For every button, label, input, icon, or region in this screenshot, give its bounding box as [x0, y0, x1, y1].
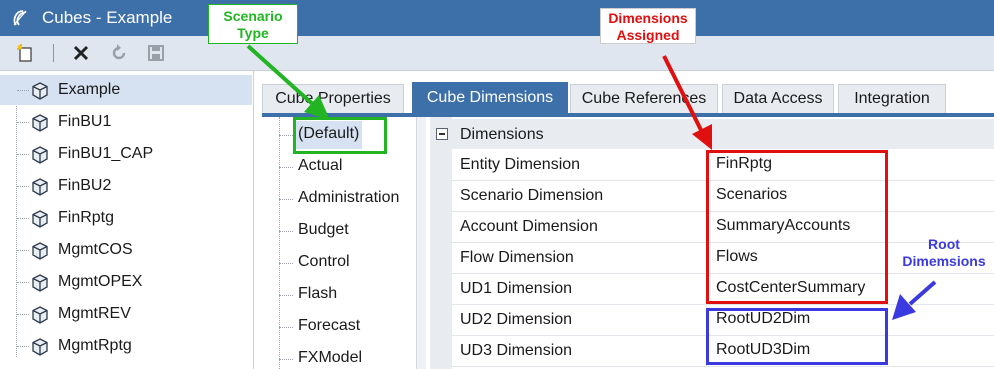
- root-dimensions-callout: Root Dimemsions: [894, 236, 994, 272]
- scenario-branch-line: [279, 231, 293, 232]
- cube-icon: [32, 306, 48, 324]
- new-item-icon[interactable]: [16, 43, 36, 63]
- tree-item[interactable]: MgmtRptg: [0, 331, 252, 361]
- cube-icon: [32, 338, 48, 356]
- grid-gutter: [430, 117, 452, 369]
- tree-item-label: FinRptg: [58, 209, 115, 226]
- tree-branch-line: [17, 122, 29, 123]
- tree-branch-line: [17, 186, 29, 187]
- tree-branch-line: [17, 282, 29, 283]
- tab-cube-references[interactable]: Cube References: [570, 84, 718, 114]
- dimensions-highlight-box: [706, 150, 888, 304]
- cube-icon: [32, 210, 48, 228]
- tree-item-label: MgmtREV: [58, 305, 131, 322]
- scenario-type-item[interactable]: Budget: [264, 215, 414, 247]
- app-logo-icon: [13, 10, 27, 26]
- tree-branch-line: [17, 218, 29, 219]
- scenario-type-label: Administration: [298, 189, 400, 206]
- scenario-list-scrollbar[interactable]: [416, 117, 426, 369]
- property-name: UD3 Dimension: [460, 342, 573, 359]
- tree-item[interactable]: FinBU1: [0, 107, 252, 137]
- property-name: Flow Dimension: [460, 249, 574, 266]
- tree-branch-line: [17, 250, 29, 251]
- tree-item[interactable]: FinRptg: [0, 203, 252, 233]
- property-name: Scenario Dimension: [460, 187, 604, 204]
- scenario-type-item[interactable]: Control: [264, 247, 414, 279]
- tree-branch-line: [17, 90, 29, 91]
- category-label: Dimensions: [460, 126, 544, 143]
- root-dimensions-highlight-box: [706, 308, 888, 365]
- scenario-branch-line: [279, 135, 293, 136]
- tree-item-label: Example: [58, 81, 121, 98]
- dimensions-assigned-callout: Dimensions Assigned: [600, 8, 696, 44]
- scenario-type-item[interactable]: Forecast: [264, 311, 414, 343]
- scenario-type-callout-text: Scenario Type: [223, 8, 283, 41]
- scenario-type-label: FXModel: [298, 349, 363, 366]
- save-icon[interactable]: [146, 43, 166, 63]
- root-dimensions-callout-text: Root Dimemsions: [902, 236, 986, 269]
- collapse-toggle-icon[interactable]: [436, 128, 448, 140]
- tree-branch-line: [17, 154, 29, 155]
- scenario-type-label: Actual: [298, 157, 343, 174]
- tree-item[interactable]: MgmtCOS: [0, 235, 252, 265]
- tab-data-access[interactable]: Data Access: [722, 84, 834, 114]
- scenario-branch-line: [279, 327, 293, 328]
- scenario-type-list: (Default) Actual Administration Budget Contr…: [264, 117, 414, 369]
- scenario-branch-line: [279, 263, 293, 264]
- tab-integration[interactable]: Integration: [838, 84, 946, 114]
- tree-item-label: MgmtCOS: [58, 241, 133, 258]
- cube-icon: [32, 82, 48, 100]
- tree-branch-line: [17, 346, 29, 347]
- cube-icon: [32, 146, 48, 164]
- tab-cube-properties[interactable]: Cube Properties: [262, 84, 404, 114]
- scenario-branch-line: [279, 295, 293, 296]
- tab-strip: Cube Properties Cube Dimensions Cube Ref…: [262, 82, 994, 114]
- tree-item[interactable]: Example: [0, 75, 252, 105]
- property-name: Entity Dimension: [460, 156, 581, 173]
- property-name: UD2 Dimension: [460, 311, 573, 328]
- tree-item[interactable]: MgmtREV: [0, 299, 252, 329]
- property-name: Account Dimension: [460, 218, 598, 235]
- cube-tree: Example FinBU1 FinBU1_CAP FinBU2 FinRptg Mgmt…: [0, 71, 254, 369]
- scenario-type-callout: Scenario Type: [208, 4, 298, 44]
- property-name: UD1 Dimension: [460, 280, 573, 297]
- tree-item-label: FinBU2: [58, 177, 112, 194]
- tree-item-label: FinBU1: [58, 113, 112, 130]
- tree-item-label: MgmtOPEX: [58, 273, 143, 290]
- scenario-branch-line: [279, 359, 293, 360]
- cube-icon: [32, 274, 48, 292]
- scenario-type-item[interactable]: Flash: [264, 279, 414, 311]
- refresh-icon[interactable]: [109, 43, 129, 63]
- tab-cube-dimensions[interactable]: Cube Dimensions: [412, 82, 568, 114]
- cube-icon: [32, 242, 48, 260]
- cube-icon: [32, 114, 48, 132]
- scenario-type-item[interactable]: Administration: [264, 183, 414, 215]
- toolbar-separator: [53, 44, 54, 62]
- category-row-dimensions: Dimensions: [430, 119, 994, 149]
- tree-item-label: FinBU1_CAP: [58, 145, 154, 162]
- scenario-highlight-box: [293, 117, 387, 154]
- scenario-type-label: Control: [298, 253, 350, 270]
- tree-branch-line: [17, 314, 29, 315]
- title-bar: Cubes - Example: [0, 0, 994, 36]
- delete-icon[interactable]: [71, 43, 91, 63]
- tree-item[interactable]: FinBU1_CAP: [0, 139, 252, 169]
- tree-item-label: MgmtRptg: [58, 337, 132, 354]
- cube-icon: [32, 178, 48, 196]
- tree-item[interactable]: MgmtOPEX: [0, 267, 252, 297]
- scenario-branch-line: [279, 167, 293, 168]
- scenario-type-label: Flash: [298, 285, 338, 302]
- scenario-type-label: Budget: [298, 221, 349, 238]
- scenario-branch-line: [279, 199, 293, 200]
- dimensions-assigned-callout-text: Dimensions Assigned: [608, 10, 688, 43]
- tree-item[interactable]: FinBU2: [0, 171, 252, 201]
- window-title: Cubes - Example: [42, 8, 173, 27]
- scenario-type-label: Forecast: [298, 317, 361, 334]
- scenario-type-item[interactable]: Actual: [264, 151, 414, 183]
- scenario-type-item[interactable]: FXModel: [264, 343, 414, 369]
- toolbar: [0, 36, 994, 71]
